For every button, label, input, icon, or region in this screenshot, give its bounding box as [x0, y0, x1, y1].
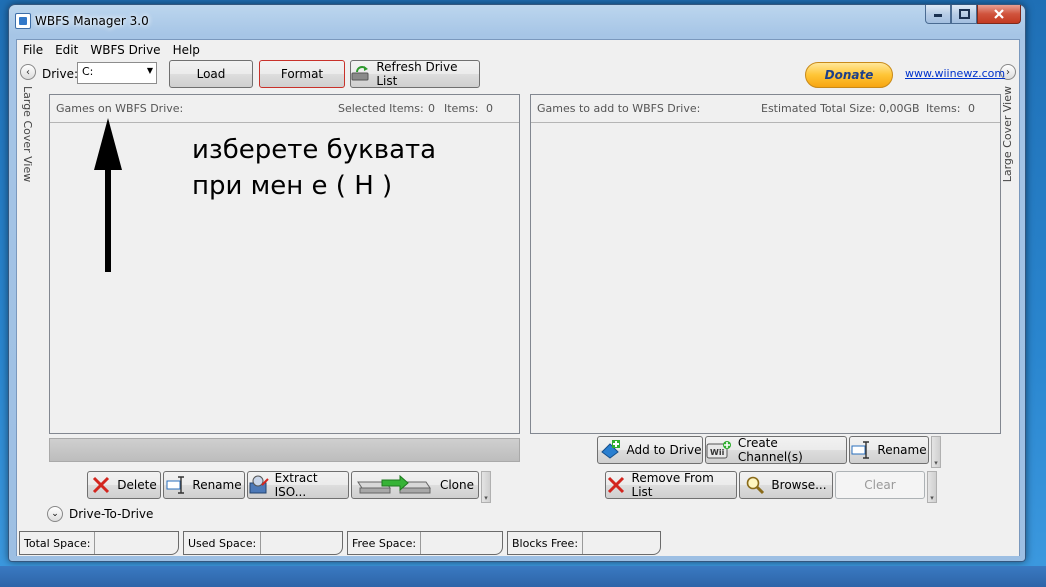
delete-button[interactable]: Delete — [87, 471, 161, 499]
rename-right-label: Rename — [877, 443, 927, 457]
clone-label: Clone — [439, 478, 475, 492]
extract-iso-label: Extract ISO... — [274, 471, 318, 499]
toolbar-grip-right-top[interactable]: ▾ — [931, 436, 941, 468]
minimize-button[interactable] — [925, 5, 951, 24]
taskbar — [0, 566, 1046, 587]
load-button-label: Load — [196, 67, 226, 81]
remove-x-icon — [607, 476, 625, 494]
clone-drives-icon — [357, 474, 431, 494]
client-area: File Edit WBFS Drive Help ‹ Large Cover … — [16, 39, 1020, 556]
free-space-label: Free Space: — [348, 532, 422, 554]
minimize-icon — [934, 14, 942, 17]
toolbar-grip-left[interactable]: ▾ — [481, 471, 491, 503]
annotation-arrow-shaft — [105, 150, 111, 272]
items-label-right: Items: — [926, 102, 961, 115]
format-button-label: Format — [280, 67, 324, 81]
games-on-drive-title: Games on WBFS Drive: — [56, 102, 184, 115]
drive-select-value: C: — [82, 65, 94, 78]
games-to-add-title: Games to add to WBFS Drive: — [537, 102, 701, 115]
delete-label: Delete — [117, 478, 157, 492]
delete-x-icon — [93, 476, 110, 494]
refresh-drive-list-button[interactable]: Refresh Drive List — [350, 60, 480, 88]
close-button[interactable] — [977, 5, 1021, 24]
rename-button-right[interactable]: Rename — [849, 436, 929, 464]
games-to-add-panel[interactable]: Games to add to WBFS Drive: Estimated To… — [530, 94, 1001, 434]
status-bar: Total Space: Used Space: Free Space: Blo… — [17, 528, 1019, 556]
drive-label: Drive: — [42, 67, 79, 81]
rename-button-left[interactable]: Rename — [163, 471, 245, 499]
menu-wbfs-drive[interactable]: WBFS Drive — [84, 43, 166, 57]
dropdown-arrow-icon: ▼ — [146, 66, 153, 75]
add-to-drive-label: Add to Drive — [626, 443, 702, 457]
maximize-button[interactable] — [951, 5, 977, 24]
used-space-label: Used Space: — [184, 532, 262, 554]
drive-to-drive-expander[interactable]: ⌄ Drive-To-Drive — [47, 506, 153, 522]
magnifier-icon — [747, 476, 765, 495]
progress-bar — [49, 438, 520, 462]
clear-button[interactable]: Clear — [835, 471, 925, 499]
refresh-button-label: Refresh Drive List — [376, 60, 458, 88]
add-drive-icon — [600, 440, 620, 459]
annotation-line-2: при мен е ( H ) — [192, 171, 393, 201]
extract-iso-button[interactable]: Extract ISO... — [247, 471, 349, 499]
toolbar-grip-right-bottom[interactable]: ▾ — [927, 471, 937, 503]
annotation-text: изберете буквата при мен е ( H ) — [192, 132, 436, 204]
donate-label: Donate — [824, 68, 874, 82]
selected-items-value: 0 — [428, 102, 435, 115]
create-channels-button[interactable]: Wii Create Channel(s) — [705, 436, 847, 464]
browse-button[interactable]: Browse... — [739, 471, 833, 499]
menu-edit[interactable]: Edit — [49, 43, 84, 57]
menu-file[interactable]: File — [17, 43, 49, 57]
browse-label: Browse... — [771, 478, 827, 492]
app-icon — [15, 13, 31, 29]
close-icon — [994, 9, 1004, 19]
drive-refresh-icon — [351, 66, 369, 81]
menu-help[interactable]: Help — [167, 43, 206, 57]
chevron-left-icon[interactable]: ‹ — [20, 64, 36, 80]
rename-icon — [851, 441, 870, 459]
estimated-size-label: Estimated Total Size: — [761, 102, 876, 115]
rename-left-label: Rename — [192, 478, 242, 492]
blocks-free-label: Blocks Free: — [508, 532, 584, 554]
window-title: WBFS Manager 3.0 — [35, 14, 149, 28]
app-window: WBFS Manager 3.0 File Edit WBFS Drive He… — [8, 4, 1026, 562]
clear-label: Clear — [864, 478, 896, 492]
extract-iso-icon — [249, 475, 269, 494]
add-to-drive-button[interactable]: Add to Drive — [597, 436, 703, 464]
create-channels-label: Create Channel(s) — [737, 436, 803, 464]
load-button[interactable]: Load — [169, 60, 253, 88]
wii-channel-icon: Wii — [706, 441, 731, 459]
title-bar[interactable]: WBFS Manager 3.0 — [9, 5, 1025, 35]
drive-select[interactable]: C: ▼ — [77, 62, 157, 84]
large-cover-view-label-right: Large Cover View — [1001, 86, 1014, 183]
menu-bar: File Edit WBFS Drive Help — [17, 40, 1019, 60]
website-link[interactable]: www.wiinewz.com — [905, 67, 1005, 80]
selected-items-label: Selected Items: — [338, 102, 424, 115]
games-to-add-header: Games to add to WBFS Drive: Estimated To… — [531, 95, 1000, 123]
annotation-line-1: изберете буквата — [192, 135, 437, 165]
estimated-size-value: 0,00GB — [879, 102, 920, 115]
chevron-down-icon[interactable]: ⌄ — [47, 506, 63, 522]
items-label-left: Items: — [444, 102, 479, 115]
remove-from-list-button[interactable]: Remove From List — [605, 471, 737, 499]
clone-button[interactable]: Clone — [351, 471, 479, 499]
drive-to-drive-label: Drive-To-Drive — [69, 507, 154, 521]
items-value-right: 0 — [968, 102, 975, 115]
remove-from-list-label: Remove From List — [631, 471, 714, 499]
total-space-field: Total Space: — [19, 531, 179, 555]
items-value-left: 0 — [486, 102, 493, 115]
rename-icon — [166, 476, 185, 494]
donate-button[interactable]: Donate — [805, 62, 893, 88]
format-button[interactable]: Format — [259, 60, 345, 88]
free-space-field: Free Space: — [347, 531, 503, 555]
maximize-icon — [958, 9, 970, 19]
svg-text:Wii: Wii — [710, 448, 725, 457]
blocks-free-field: Blocks Free: — [507, 531, 661, 555]
total-space-label: Total Space: — [20, 532, 96, 554]
large-cover-view-label-left: Large Cover View — [21, 86, 34, 183]
left-cover-view-toggle[interactable]: ‹ Large Cover View — [17, 60, 39, 183]
used-space-field: Used Space: — [183, 531, 343, 555]
